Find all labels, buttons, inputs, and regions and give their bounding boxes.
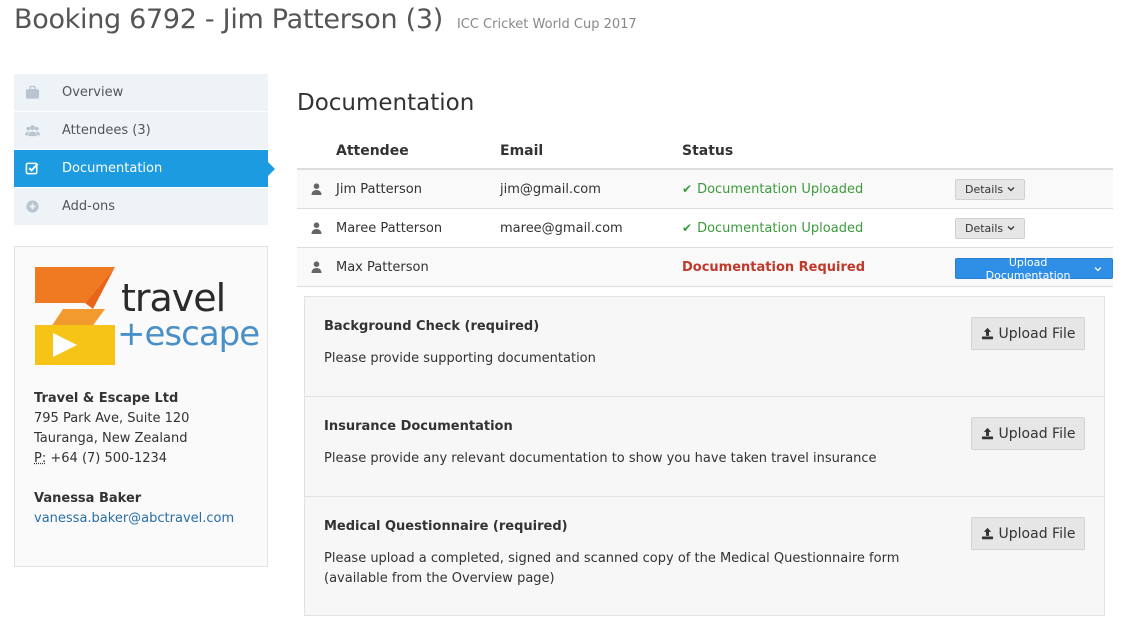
requirement-title: Background Check (required) [324, 319, 540, 334]
sidebar-item-attendees[interactable]: Attendees (3) [14, 112, 268, 150]
column-header-email: Email [500, 143, 544, 159]
user-icon [297, 222, 336, 234]
documentation-table: Attendee Email Status Jim Patterson jim@… [297, 134, 1113, 287]
checkbox-icon [14, 161, 50, 176]
upload-icon [981, 427, 993, 440]
agency-details: Travel & Escape Ltd 795 Park Ave, Suite … [34, 389, 234, 529]
page-title: Booking 6792 - Jim Patterson (3) [14, 4, 443, 35]
plus-circle-icon [14, 199, 50, 214]
agency-company: Travel & Escape Ltd [34, 391, 179, 406]
sidebar-item-label: Add-ons [62, 199, 116, 214]
button-label: Upload File [998, 525, 1076, 542]
button-label: Upload Documentation [985, 255, 1071, 282]
agency-address-line1: 795 Park Ave, Suite 120 [34, 411, 190, 426]
button-label: Upload File [998, 425, 1076, 442]
sidebar-item-documentation[interactable]: Documentation [14, 150, 275, 188]
requirement-description: Please provide supporting documentation [324, 351, 596, 366]
agency-phone-line: P: +64 (7) 500-1234 [34, 449, 234, 469]
agency-contact-name: Vanessa Baker [34, 491, 142, 506]
table-header: Attendee Email Status [297, 134, 1113, 170]
details-button[interactable]: Details [955, 178, 1026, 200]
attendee-email: jim@gmail.com [500, 181, 601, 197]
table-row: Max Patterson Documentation Required Upl… [297, 248, 1113, 287]
sidebar-item-label: Overview [62, 85, 124, 100]
requirements-panel: Background Check (required) Please provi… [304, 296, 1105, 616]
logo-word-travel: travel [121, 276, 226, 320]
details-button[interactable]: Details [955, 217, 1026, 239]
attendee-name: Maree Patterson [336, 220, 443, 236]
status-badge: ✔ Documentation Uploaded [682, 221, 955, 236]
attendee-name: Jim Patterson [336, 181, 422, 197]
status-badge: ✔ Documentation Uploaded [682, 182, 955, 197]
logo-word-escape: +escape [117, 314, 260, 354]
button-label: Upload File [998, 325, 1076, 342]
sidebar-item-label: Documentation [62, 161, 163, 176]
upload-file-button[interactable]: Upload File [971, 317, 1085, 350]
status-text: Documentation Required [682, 259, 866, 275]
sidebar-nav: Overview Attendees (3) Documentation Add… [14, 74, 275, 226]
event-subtitle: ICC Cricket World Cup 2017 [456, 17, 637, 32]
upload-file-button[interactable]: Upload File [971, 417, 1085, 450]
column-header-attendee: Attendee [336, 143, 409, 159]
agency-contact-email[interactable]: vanessa.baker@abctravel.com [34, 509, 234, 529]
check-icon: ✔ [682, 182, 693, 196]
agency-card: travel +escape Travel & Escape Ltd 795 P… [14, 246, 268, 567]
status-badge: Documentation Required [682, 260, 955, 275]
button-label: Details [965, 182, 1004, 196]
requirement-item: Medical Questionnaire (required) Please … [305, 497, 1104, 615]
column-header-status: Status [682, 143, 734, 159]
sidebar-item-overview[interactable]: Overview [14, 74, 268, 112]
upload-icon [981, 327, 993, 340]
requirement-item: Insurance Documentation Please provide a… [305, 397, 1104, 497]
users-icon [14, 123, 50, 138]
status-text: Documentation Uploaded [697, 220, 864, 236]
chevron-down-icon [1007, 187, 1015, 192]
requirement-description: Please upload a completed, signed and sc… [324, 551, 900, 586]
agency-phone: +64 (7) 500-1234 [50, 451, 168, 466]
requirement-title: Insurance Documentation [324, 419, 513, 434]
table-row: Maree Patterson maree@gmail.com ✔ Documen… [297, 209, 1113, 248]
upload-icon [981, 527, 993, 540]
page-header: Booking 6792 - Jim Patterson (3) ICC Cri… [14, 4, 637, 35]
phone-label: P: [34, 451, 47, 466]
upload-file-button[interactable]: Upload File [971, 517, 1085, 550]
requirement-title: Medical Questionnaire (required) [324, 519, 568, 534]
button-label: Details [965, 221, 1004, 235]
check-icon: ✔ [682, 221, 693, 235]
upload-documentation-button[interactable]: Upload Documentation [955, 255, 1113, 282]
user-icon [297, 261, 336, 273]
sidebar-item-add-ons[interactable]: Add-ons [14, 188, 268, 226]
agency-logo: travel +escape [33, 265, 260, 375]
requirement-item: Background Check (required) Please provi… [305, 297, 1104, 397]
chevron-down-icon [1094, 266, 1102, 272]
status-text: Documentation Uploaded [697, 181, 864, 197]
section-title: Documentation [297, 90, 475, 116]
requirement-description: Please provide any relevant documentatio… [324, 451, 877, 466]
attendee-email: maree@gmail.com [500, 220, 623, 236]
table-row: Jim Patterson jim@gmail.com ✔ Documentati… [297, 170, 1113, 209]
chevron-down-icon [1007, 226, 1015, 231]
user-icon [297, 183, 336, 195]
briefcase-icon [14, 85, 50, 100]
agency-address-line2: Tauranga, New Zealand [34, 431, 188, 446]
sidebar-item-label: Attendees (3) [62, 123, 151, 138]
attendee-name: Max Patterson [336, 259, 429, 275]
